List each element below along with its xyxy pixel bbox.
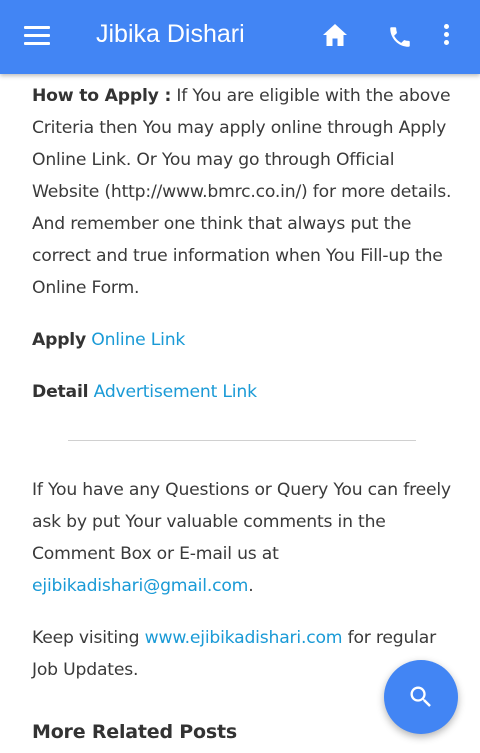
detail-line: Detail Advertisement Link xyxy=(32,376,452,408)
keep-visiting-prefix: Keep visiting xyxy=(32,628,140,648)
email-suffix: . xyxy=(248,576,254,596)
search-fab-button[interactable] xyxy=(384,660,458,734)
questions-paragraph: If You have any Questions or Query You c… xyxy=(32,474,452,602)
how-to-apply-text: If You are eligible with the above Crite… xyxy=(32,86,452,298)
related-posts-heading: More Related Posts xyxy=(32,721,237,743)
questions-text: If You have any Questions or Query You c… xyxy=(32,480,451,564)
search-icon xyxy=(410,686,431,707)
home-icon[interactable] xyxy=(322,23,348,47)
divider xyxy=(68,440,416,441)
menu-icon[interactable] xyxy=(24,26,50,46)
apply-label: Apply xyxy=(32,330,87,350)
more-vert-icon[interactable] xyxy=(440,24,452,48)
phone-icon[interactable] xyxy=(387,24,413,50)
app-title: Jibika Dishari xyxy=(96,20,245,48)
how-to-apply-label: How to Apply : xyxy=(32,86,172,106)
how-to-apply-paragraph: How to Apply : If You are eligible with … xyxy=(32,80,452,304)
advertisement-link[interactable]: Advertisement Link xyxy=(94,382,257,402)
apply-line: Apply Online Link xyxy=(32,324,452,356)
app-bar: Jibika Dishari xyxy=(0,0,480,74)
detail-label: Detail xyxy=(32,382,89,402)
email-link[interactable]: ejibikadishari@gmail.com xyxy=(32,576,248,596)
apply-online-link[interactable]: Online Link xyxy=(91,330,185,350)
site-link[interactable]: www.ejibikadishari.com xyxy=(145,628,343,648)
article-content: How to Apply : If You are eligible with … xyxy=(32,80,452,748)
